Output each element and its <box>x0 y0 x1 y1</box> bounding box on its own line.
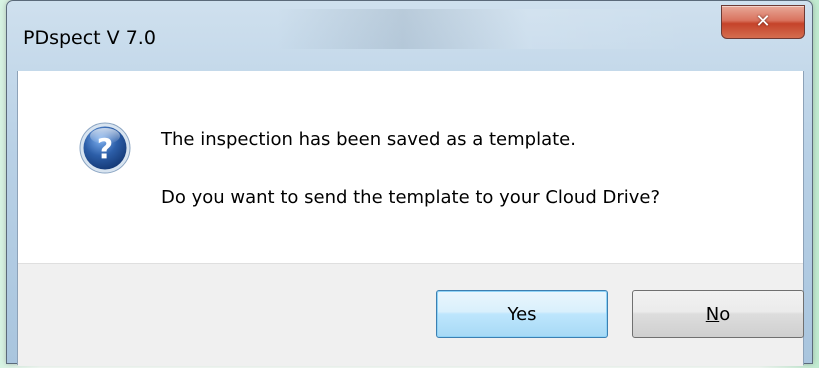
title-bar[interactable]: PDspect V 7.0 ✕ <box>7 1 812 63</box>
window-title: PDspect V 7.0 <box>23 27 156 49</box>
message-line-2: Do you want to send the template to your… <box>161 187 661 208</box>
question-icon: ? <box>79 122 131 174</box>
button-bar: Yes No <box>18 263 804 366</box>
title-bar-glass <box>277 9 697 49</box>
message-dialog: PDspect V 7.0 ✕ ? The inspection has bee… <box>6 0 813 366</box>
svg-text:?: ? <box>97 132 113 165</box>
no-button-label: No <box>705 303 731 325</box>
close-icon: ✕ <box>755 11 771 32</box>
message-line-1: The inspection has been saved as a templ… <box>161 129 576 150</box>
no-button[interactable]: No <box>632 290 804 338</box>
yes-button-label: Yes <box>507 303 537 325</box>
dialog-client-area: ? The inspection has been saved as a tem… <box>17 71 804 366</box>
yes-button[interactable]: Yes <box>436 290 608 338</box>
close-button[interactable]: ✕ <box>721 5 805 39</box>
message-area: ? The inspection has been saved as a tem… <box>18 71 803 263</box>
